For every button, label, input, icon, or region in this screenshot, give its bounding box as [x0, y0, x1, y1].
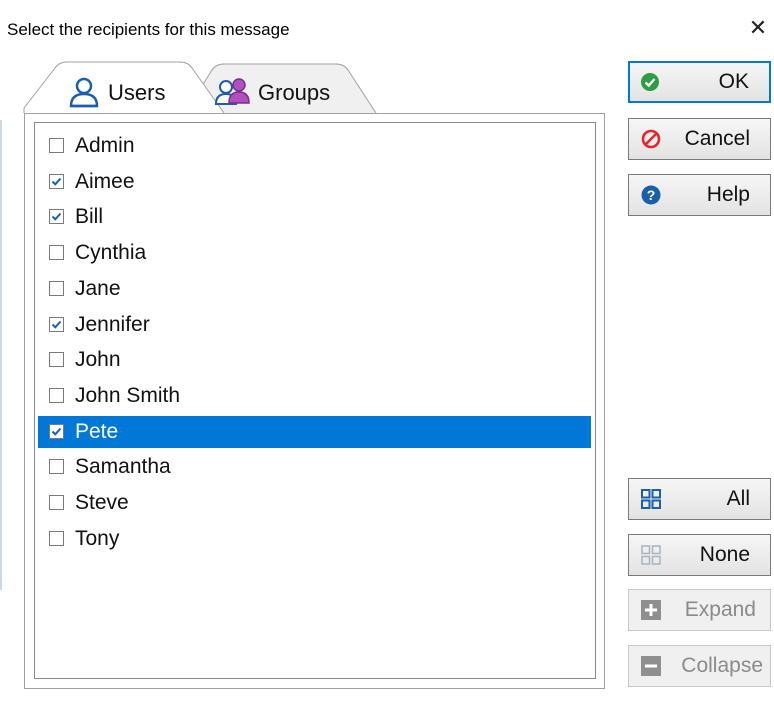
list-item-label: Jennifer	[75, 312, 150, 336]
list-item-label: Samantha	[75, 455, 171, 479]
list-item-label: Bill	[75, 205, 104, 229]
checkbox[interactable]	[49, 495, 64, 510]
list-item-label: Jane	[75, 276, 121, 300]
list-item-label: Admin	[75, 134, 135, 157]
expand-label: Expand	[684, 598, 756, 621]
list-item[interactable]: Pete	[38, 415, 591, 448]
select-all-button[interactable]: All	[628, 478, 771, 520]
all-label: All	[726, 487, 750, 510]
plus-box-icon	[641, 600, 661, 620]
window-edge	[0, 120, 2, 590]
collapse-label: Collapse	[681, 654, 763, 677]
checkbox[interactable]	[49, 245, 64, 261]
checkbox-checked[interactable]	[49, 423, 64, 439]
expand-button[interactable]: Expand	[628, 589, 771, 631]
list-item[interactable]: Samantha	[38, 451, 591, 483]
check-icon	[51, 427, 62, 436]
no-entry-icon	[641, 129, 661, 149]
list-item-label: Aimee	[75, 169, 135, 193]
list-item[interactable]: Tony	[38, 523, 591, 555]
list-item[interactable]: Aimee	[38, 166, 591, 198]
list-item-label: Cynthia	[75, 241, 147, 265]
list-item-label: Pete	[75, 419, 119, 443]
minus-box-icon	[641, 656, 661, 676]
list-item-label: John	[75, 348, 121, 372]
grid-outline-icon	[641, 545, 661, 565]
list-item[interactable]: Steve	[38, 487, 591, 519]
list-item[interactable]: John	[38, 344, 591, 376]
list-item-label: Tony	[75, 526, 120, 550]
ok-button[interactable]: OK	[628, 61, 771, 103]
list-item[interactable]: Bill	[38, 201, 591, 233]
none-label: None	[699, 543, 750, 566]
list-item[interactable]: Jane	[38, 273, 591, 305]
checkbox[interactable]	[49, 387, 64, 403]
check-icon	[51, 177, 62, 186]
group-icon	[214, 78, 250, 105]
recipient-dialog: Select the recipients for this message ✕…	[0, 0, 774, 704]
list-item-label: John Smith	[75, 383, 181, 407]
list-item[interactable]: John Smith	[38, 380, 591, 412]
svg-text:?: ?	[647, 187, 656, 203]
check-icon	[51, 320, 62, 329]
cancel-label: Cancel	[684, 127, 750, 150]
checkbox[interactable]	[49, 280, 64, 296]
list-item[interactable]: Jennifer	[38, 309, 591, 341]
list-item[interactable]: Admin	[38, 130, 591, 162]
ok-label: OK	[718, 70, 749, 93]
checkbox-checked[interactable]	[49, 173, 64, 189]
help-circle-icon: ?	[641, 185, 661, 205]
help-button[interactable]: ? Help	[628, 174, 771, 216]
tab-users-label: Users	[108, 80, 166, 105]
checkbox[interactable]	[49, 459, 64, 475]
cancel-button[interactable]: Cancel	[628, 118, 771, 160]
checkbox[interactable]	[49, 138, 64, 153]
select-none-button[interactable]: None	[628, 534, 771, 576]
list-item[interactable]: Cynthia	[38, 237, 591, 269]
tab-groups-label: Groups	[258, 80, 331, 105]
recipient-list[interactable]: Admin Aimee Bill Cynthia Jane Jennifer John Joh…	[34, 122, 596, 679]
checkbox[interactable]	[49, 530, 64, 546]
grid-icon	[641, 489, 661, 509]
checkbox[interactable]	[49, 352, 64, 368]
collapse-button[interactable]: Collapse	[628, 645, 771, 687]
check-circle-icon	[641, 73, 659, 91]
checkbox-checked[interactable]	[49, 316, 64, 332]
checkbox-checked[interactable]	[49, 209, 64, 225]
check-icon	[51, 213, 62, 222]
help-label: Help	[706, 183, 750, 206]
list-item-label: Steve	[75, 491, 129, 514]
user-icon	[69, 77, 99, 108]
